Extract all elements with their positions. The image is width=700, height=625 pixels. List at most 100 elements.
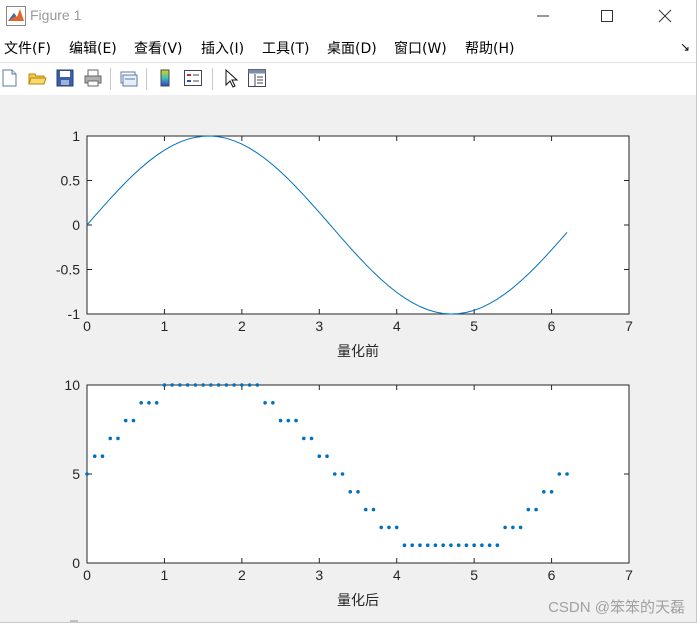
data-point [240, 383, 244, 387]
colorbar-icon[interactable] [155, 68, 175, 88]
link-icon[interactable] [119, 68, 139, 88]
data-point [565, 472, 569, 476]
y-tick-label: 5 [72, 466, 80, 482]
x-tick-label: 2 [238, 318, 246, 334]
maximize-button[interactable] [584, 0, 630, 32]
matlab-logo-icon [6, 6, 26, 26]
x-tick-label: 2 [238, 567, 246, 583]
data-point [387, 525, 391, 530]
data-point [317, 454, 322, 459]
data-point [100, 454, 105, 459]
y-tick-label: 0 [72, 555, 80, 571]
data-point [255, 383, 260, 387]
print-icon[interactable] [83, 68, 103, 88]
toolbar-separator [146, 68, 147, 90]
data-point [278, 418, 283, 423]
data-point [232, 383, 236, 387]
data-point [302, 436, 306, 441]
toolbar [0, 62, 696, 96]
data-point [418, 543, 422, 547]
data-point [108, 436, 113, 441]
data-point [487, 543, 492, 547]
legend-icon[interactable] [183, 68, 203, 88]
new-figure-icon[interactable] [0, 68, 20, 88]
data-point [309, 436, 314, 441]
menu-file[interactable]: 文件(F) [4, 38, 51, 58]
data-point [178, 383, 182, 387]
menu-insert[interactable]: 插入(I) [201, 38, 244, 58]
y-tick-label: 10 [64, 377, 80, 393]
data-point [402, 543, 407, 547]
data-point [325, 454, 329, 459]
data-point [154, 401, 159, 405]
data-point [201, 383, 205, 387]
data-point [131, 418, 136, 423]
data-point [433, 543, 438, 547]
data-point [425, 543, 430, 547]
data-point [224, 383, 229, 387]
plot-box-top [86, 135, 630, 315]
data-point [139, 401, 143, 405]
x-tick-label: 7 [625, 318, 633, 334]
y-tick-label: 1 [72, 128, 80, 144]
x-tick-label: 4 [393, 567, 401, 583]
axes-bottom[interactable]: 0 1 2 3 4 5 6 7 0 5 10 量化后 [64, 377, 633, 609]
close-icon [658, 9, 672, 23]
data-point [193, 383, 198, 387]
data-point [340, 472, 345, 476]
menu-window[interactable]: 窗口(W) [394, 38, 447, 58]
menu-edit[interactable]: 编辑(E) [69, 38, 117, 58]
toolbar-separator [110, 68, 111, 90]
x-tick-label: 3 [315, 318, 323, 334]
pointer-icon[interactable] [221, 68, 241, 88]
menu-desktop[interactable]: 桌面(D) [327, 38, 377, 58]
figure-canvas: 0 1 2 3 4 5 6 7 -1 -0.5 0 0.5 1 量化前 0 1 2 3 4 5 6 7 0 5 10 量化后… [0, 95, 696, 622]
menu-view[interactable]: 查看(V) [134, 38, 183, 58]
x-tick-label: 3 [315, 567, 323, 583]
property-editor-icon[interactable] [247, 68, 267, 88]
x-tick-label: 1 [161, 318, 169, 334]
data-point [549, 490, 554, 494]
data-point [542, 490, 546, 494]
x-tick-label: 6 [548, 318, 556, 334]
data-point [123, 418, 128, 423]
y-tick-label: -1 [68, 306, 81, 322]
data-point [363, 507, 368, 512]
data-point [503, 525, 507, 530]
data-point [480, 543, 484, 547]
menu-tools[interactable]: 工具(T) [262, 38, 309, 58]
data-point [271, 401, 275, 405]
data-point [534, 507, 538, 512]
data-point [185, 383, 190, 387]
close-button[interactable] [642, 0, 688, 32]
axes-top[interactable]: 0 1 2 3 4 5 6 7 -1 -0.5 0 0.5 1 量化前 [56, 128, 633, 360]
data-point [371, 507, 376, 512]
data-point [511, 525, 515, 530]
x-tick-label: 1 [161, 567, 169, 583]
data-point [557, 472, 562, 476]
minimize-icon [537, 15, 549, 17]
toolbar-separator [212, 68, 213, 90]
open-file-icon[interactable] [27, 68, 47, 88]
x-tick-label: 5 [470, 318, 478, 334]
data-point [441, 543, 445, 547]
x-axis-label-top: 量化前 [337, 343, 379, 360]
data-point [294, 418, 298, 423]
scrollbar-thumb[interactable] [70, 620, 78, 622]
data-point [518, 525, 523, 530]
data-point [170, 383, 174, 387]
x-tick-label: 5 [470, 567, 478, 583]
figure-window: Figure 1 文件(F) 编辑(E) 查看(V) 插入(I) 工具(T) 桌… [0, 0, 697, 623]
x-tick-label: 0 [83, 318, 91, 334]
data-point [348, 490, 353, 494]
save-icon[interactable] [55, 68, 75, 88]
title-bar[interactable]: Figure 1 [0, 0, 696, 32]
data-point [332, 472, 337, 476]
menu-help[interactable]: 帮助(H) [465, 38, 514, 58]
data-point [85, 472, 89, 476]
minimize-button[interactable] [520, 0, 566, 32]
data-point [286, 418, 291, 423]
dock-arrow-icon[interactable]: ↘ [680, 40, 690, 54]
data-point [379, 525, 384, 530]
plot-box-bottom [86, 384, 630, 564]
